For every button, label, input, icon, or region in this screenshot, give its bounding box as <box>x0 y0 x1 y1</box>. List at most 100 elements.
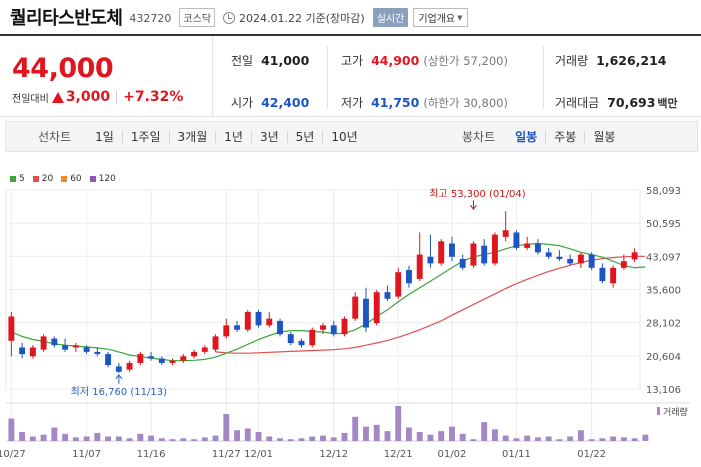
period-1d[interactable]: 1일 <box>87 131 122 143</box>
candle-body <box>567 258 574 264</box>
stat-label: 거래량 <box>555 54 589 68</box>
price-stats: 전일 41,000 고가 44,900 (상한가 57,200) 거래량 1,6… <box>213 36 701 117</box>
grid-layer <box>5 189 690 442</box>
volume-bar <box>255 432 262 441</box>
high-annotation: 최고 53,300 (01/04) <box>429 188 525 200</box>
clock-icon <box>223 11 236 24</box>
change-percent: +7.32% <box>123 89 184 105</box>
volume-bar <box>40 434 47 441</box>
period-3y[interactable]: 3년 <box>250 130 287 143</box>
chart-toolbar: 선차트 1일 1주일 3개월 1년 3년 5년 10년 봉차트 일봉 주봉 월봉 <box>5 121 698 152</box>
volume-bar <box>620 437 627 441</box>
volume-bar <box>330 437 337 441</box>
candle-body <box>72 345 79 348</box>
candlestick-svg[interactable]: 최고 53,300 (01/04) 최저 16,760 (11/13) 거래량 5… <box>0 168 701 467</box>
period-1w[interactable]: 1주일 <box>121 130 169 143</box>
candle-chart-group: 봉차트 일봉 주봉 월봉 <box>462 128 623 145</box>
period-5y[interactable]: 5년 <box>286 130 323 143</box>
candle-body <box>51 338 58 346</box>
volume-bar <box>169 439 176 441</box>
x-tick-label: 12/12 <box>319 449 348 460</box>
volume-bar <box>610 436 617 441</box>
candle-body <box>610 267 617 284</box>
candle-body <box>40 336 47 350</box>
volume-bar <box>309 436 316 441</box>
volume-bar <box>83 436 90 441</box>
divider <box>543 46 544 108</box>
candle-body <box>19 347 26 355</box>
volume-bar <box>148 435 155 441</box>
stat-low: 저가 41,750 (하한가 30,800) <box>341 94 508 111</box>
volume-bar <box>29 436 36 441</box>
legend-swatch <box>89 176 96 182</box>
legend-ma120: 120 <box>89 174 116 184</box>
lower-limit: (하한가 30,800) <box>423 96 508 110</box>
title-bar: 퀄리타스반도체 432720 코스닥 2024.01.22 기준(장마감) 실시… <box>0 0 701 33</box>
stock-name: 퀄리타스반도체 <box>10 7 123 29</box>
volume-bar <box>567 436 574 441</box>
candle-body <box>201 347 208 352</box>
candle-body <box>320 325 326 330</box>
volume-bar <box>395 406 402 441</box>
volume-bar <box>105 436 112 441</box>
volume-bar <box>577 430 584 441</box>
legend-swatch <box>10 176 16 182</box>
legend-ma20: 20 <box>32 174 53 184</box>
candle-chart-label[interactable]: 봉차트 <box>462 128 495 145</box>
tab-monthly[interactable]: 월봉 <box>584 130 623 143</box>
period-1y[interactable]: 1년 <box>215 130 251 143</box>
x-tick-label: 01/22 <box>577 449 606 460</box>
stat-label: 고가 <box>341 54 364 68</box>
candle-body <box>212 336 219 350</box>
candle-body <box>105 354 112 366</box>
volume-bar <box>137 433 144 441</box>
triangle-up-icon <box>51 91 64 103</box>
legend-ma60: 60 <box>61 174 82 184</box>
legend-ma5: 5 <box>10 174 25 184</box>
candle-body <box>8 316 15 341</box>
volume-bar <box>545 436 552 441</box>
volume-bar <box>234 430 240 441</box>
candle-body <box>148 356 155 359</box>
candle-body <box>384 292 391 299</box>
current-price-box: 44,000 전일대비 3,000 +7.32% <box>0 36 213 117</box>
current-price: 44,000 <box>12 53 114 84</box>
volume-bar <box>72 437 79 441</box>
legend-swatch <box>61 176 68 182</box>
period-10y[interactable]: 10년 <box>322 130 365 143</box>
stat-value: 44,900 <box>371 53 420 68</box>
volume-bar <box>524 435 531 441</box>
tab-weekly[interactable]: 주봉 <box>545 130 584 143</box>
volume-bar <box>599 438 606 441</box>
upper-limit: (상한가 57,200) <box>423 54 508 68</box>
volume-bar <box>341 432 348 441</box>
candle-body <box>459 258 466 268</box>
volume-bar <box>19 432 26 441</box>
stat-prev-close: 전일 41,000 <box>231 52 309 69</box>
volume-bar <box>126 438 133 441</box>
stat-unit: 백만 <box>657 97 678 110</box>
chevron-down-icon: ▼ <box>457 13 463 22</box>
volume-bar <box>470 439 477 441</box>
company-overview-button[interactable]: 기업개요 ▼ <box>413 8 468 27</box>
volume-bar <box>298 438 305 441</box>
candle-body <box>255 312 262 326</box>
stat-trade-amount: 거래대금 70,693 백만 <box>555 94 678 111</box>
volume-bar <box>373 424 380 441</box>
tab-daily[interactable]: 일봉 <box>507 131 545 143</box>
period-3m[interactable]: 3개월 <box>168 130 216 143</box>
volume-legend-label: 거래량 <box>663 406 688 418</box>
reference-date: 2024.01.22 기준(장마감) <box>239 11 365 25</box>
volume-bar <box>448 426 455 441</box>
stat-value: 70,693 <box>607 95 656 110</box>
line-chart-label[interactable]: 선차트 <box>38 128 71 145</box>
candle-body <box>545 252 552 257</box>
legend-swatch <box>32 176 39 182</box>
volume-bar <box>51 427 58 441</box>
candle-body <box>534 243 541 253</box>
y-tick-label: 35,600 <box>646 285 681 296</box>
candle-body <box>416 254 423 279</box>
realtime-button[interactable]: 실시간 <box>372 8 409 27</box>
candle-body <box>352 296 359 319</box>
stat-label: 시가 <box>231 96 254 110</box>
